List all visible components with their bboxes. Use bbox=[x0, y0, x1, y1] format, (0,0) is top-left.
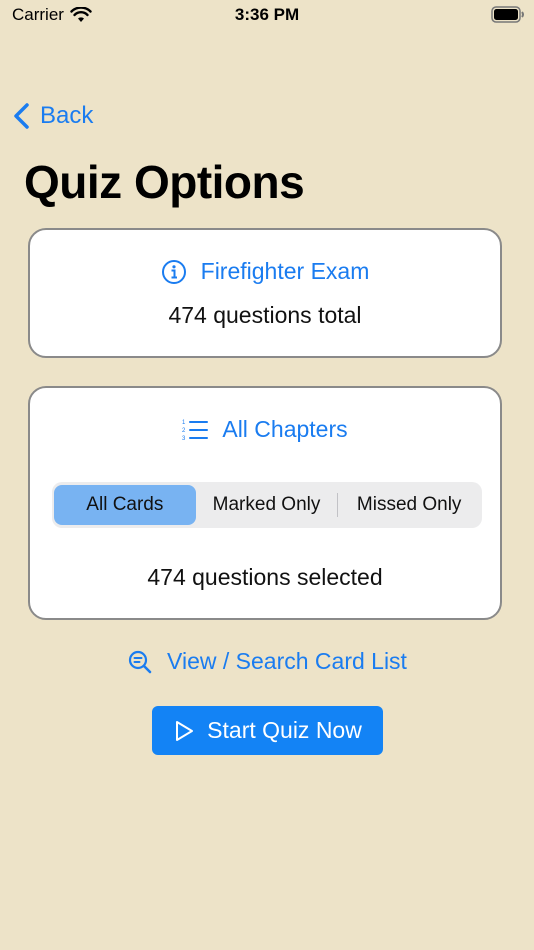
chapters-card: 1 2 3 All Chapters All Cards Marked Only… bbox=[28, 386, 502, 620]
svg-text:2: 2 bbox=[182, 428, 186, 434]
exam-heading[interactable]: Firefighter Exam bbox=[30, 258, 500, 285]
segment-marked-only[interactable]: Marked Only bbox=[196, 485, 338, 525]
numbered-list-icon: 1 2 3 bbox=[182, 420, 209, 442]
segment-missed-only[interactable]: Missed Only bbox=[338, 485, 480, 525]
start-quiz-label: Start Quiz Now bbox=[207, 717, 362, 743]
segment-all-cards[interactable]: All Cards bbox=[54, 485, 196, 525]
play-icon bbox=[176, 720, 194, 741]
exam-title: Firefighter Exam bbox=[200, 258, 370, 284]
clock: 3:36 PM bbox=[234, 5, 300, 24]
back-label: Back bbox=[40, 102, 94, 129]
battery-icon bbox=[491, 6, 524, 23]
chapters-heading[interactable]: 1 2 3 All Chapters bbox=[30, 416, 500, 443]
questions-total: 474 questions total bbox=[168, 302, 362, 328]
card-filter-segmented-control: All Cards Marked Only Missed Only bbox=[52, 482, 482, 528]
search-list-icon bbox=[128, 650, 152, 673]
exam-card: Firefighter Exam 474 questions total bbox=[28, 228, 502, 358]
chevron-left-icon bbox=[14, 103, 29, 129]
chapters-title: All Chapters bbox=[222, 416, 348, 442]
info-icon bbox=[161, 259, 186, 284]
svg-text:1: 1 bbox=[182, 420, 186, 426]
svg-text:3: 3 bbox=[182, 436, 186, 442]
view-search-label: View / Search Card List bbox=[167, 648, 407, 674]
view-search-card-list-link[interactable]: View / Search Card List bbox=[0, 648, 534, 675]
back-button[interactable]: Back bbox=[12, 102, 93, 130]
status-bar: Carrier 3:36 PM bbox=[0, 0, 534, 30]
start-quiz-button[interactable]: Start Quiz Now bbox=[152, 706, 383, 755]
page-title: Quiz Options bbox=[24, 156, 305, 208]
questions-selected: 474 questions selected bbox=[147, 564, 383, 590]
